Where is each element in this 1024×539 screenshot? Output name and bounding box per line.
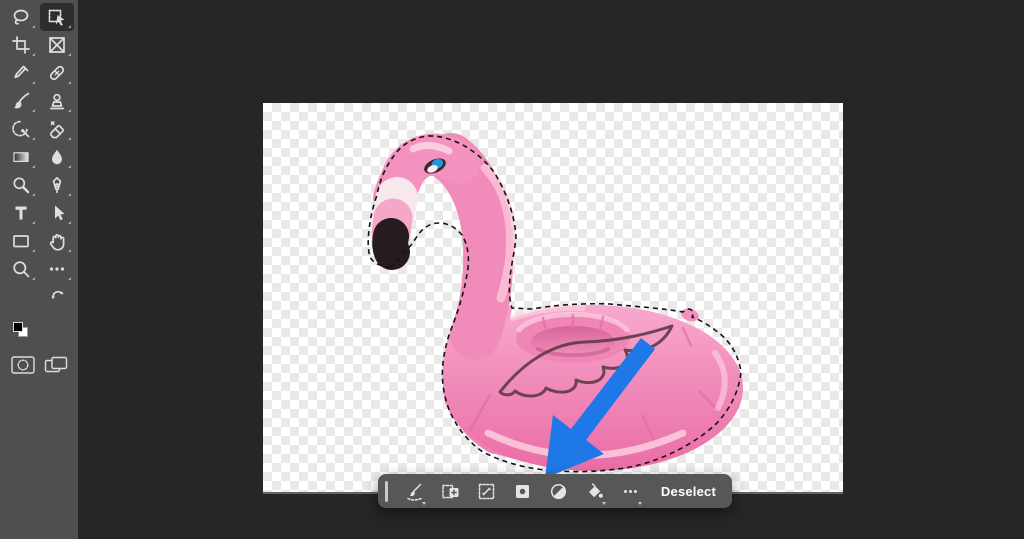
default-colors-button[interactable] [13, 322, 28, 337]
tool-rectangle[interactable] [4, 227, 38, 255]
tool-frame[interactable] [40, 31, 74, 59]
lasso-icon [13, 9, 29, 25]
tool-hand[interactable] [40, 227, 74, 255]
zoom-icon [13, 261, 30, 278]
tool-dodge[interactable] [4, 171, 38, 199]
tool-zoom[interactable] [4, 255, 38, 283]
tool-grid [4, 3, 74, 283]
tool-eyedropper[interactable] [4, 59, 38, 87]
more-tools-icon [49, 267, 65, 271]
object-selection-icon [48, 9, 65, 26]
deselect-button[interactable]: Deselect [649, 478, 728, 505]
clone-stamp-icon [49, 93, 65, 110]
adjustment-layer-button[interactable] [545, 477, 572, 505]
modify-selection-button[interactable] [437, 477, 464, 505]
tool-history-brush[interactable] [4, 115, 38, 143]
more-options-icon [624, 489, 638, 493]
color-swatches [0, 289, 78, 343]
eraser-icon [50, 121, 65, 139]
tool-more-tools[interactable] [40, 255, 74, 283]
more-options-button[interactable] [617, 477, 644, 505]
screen-mode-button[interactable] [44, 356, 68, 377]
tool-clone-stamp[interactable] [40, 87, 74, 115]
screen-mode-icon [44, 356, 67, 373]
rectangle-icon [13, 235, 29, 248]
adjustment-layer-icon [551, 483, 567, 499]
tool-gradient[interactable] [4, 143, 38, 171]
crop-icon [12, 36, 30, 54]
tool-lasso[interactable] [4, 3, 38, 31]
selection-brush-button[interactable] [401, 477, 428, 505]
brush-icon [14, 92, 30, 109]
tool-brush[interactable] [4, 87, 38, 115]
fill-selection-button[interactable] [581, 477, 608, 505]
eyedropper-icon [14, 65, 29, 79]
flamingo-head [371, 133, 480, 270]
modify-selection-icon [442, 484, 459, 498]
tool-object-selection[interactable] [40, 3, 74, 31]
selection-brush-icon [407, 483, 422, 501]
transform-selection-button[interactable] [473, 477, 500, 505]
tool-blur[interactable] [40, 143, 74, 171]
quick-mask-icon [10, 356, 35, 374]
spot-healing-icon [49, 65, 65, 81]
dodge-icon [13, 177, 30, 194]
tool-type[interactable] [4, 199, 38, 227]
fill-selection-icon [589, 482, 604, 498]
mode-buttons [10, 356, 68, 377]
create-mask-icon [516, 484, 530, 498]
history-brush-icon [12, 120, 30, 138]
gradient-icon [13, 152, 29, 163]
default-foreground-swatch [13, 322, 23, 332]
tool-spot-healing[interactable] [40, 59, 74, 87]
taskbar-drag-handle[interactable] [385, 480, 388, 502]
foreground-color-swatch[interactable] [17, 291, 41, 315]
flamingo-artwork [367, 133, 743, 478]
type-icon [15, 206, 27, 220]
quick-mask-button[interactable] [10, 356, 35, 377]
contextual-task-bar: Deselect [378, 474, 732, 508]
pen-icon [52, 176, 62, 194]
tool-eraser[interactable] [40, 115, 74, 143]
blur-icon [52, 149, 62, 165]
swap-colors-button[interactable] [51, 289, 64, 305]
frame-icon [49, 37, 65, 53]
tool-bar [0, 0, 78, 539]
tool-crop[interactable] [4, 31, 38, 59]
hand-icon [49, 234, 65, 251]
swap-colors-icon [51, 290, 64, 300]
tool-pen[interactable] [40, 171, 74, 199]
create-mask-button[interactable] [509, 477, 536, 505]
document-canvas[interactable] [263, 103, 843, 492]
transform-selection-icon [479, 483, 495, 499]
tool-path-selection[interactable] [40, 199, 74, 227]
path-selection-icon [55, 205, 65, 221]
